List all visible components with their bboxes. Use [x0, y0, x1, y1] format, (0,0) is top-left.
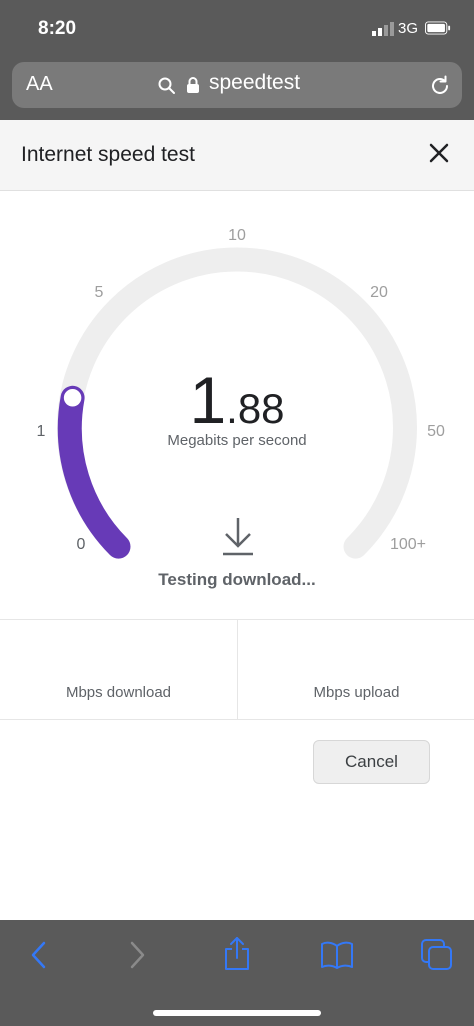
lock-icon [187, 77, 199, 93]
battery-icon [425, 21, 451, 35]
speed-gauge: 0 1 5 10 20 50 100+ 1.88 Megabits per se… [0, 190, 474, 620]
network-label: 3G [398, 20, 419, 37]
speed-value: 1.88 [0, 362, 474, 438]
text-size-button[interactable]: AA [26, 73, 53, 96]
home-indicator [153, 1010, 321, 1016]
search-icon [158, 77, 175, 94]
results-row: Mbps download Mbps upload [0, 619, 474, 720]
scale-label-5: 5 [95, 284, 104, 301]
download-arrow-icon [223, 518, 253, 556]
status-bar: 8:20 3G [0, 0, 474, 56]
scale-label-10: 10 [228, 227, 246, 244]
scale-label-20: 20 [370, 284, 388, 301]
cancel-button[interactable]: Cancel [313, 740, 430, 784]
dialog-header: Internet speed test [0, 120, 474, 191]
test-status: Testing download... [158, 570, 316, 589]
upload-result-label: Mbps upload [313, 684, 400, 701]
address-bar[interactable]: AA speedtest [12, 62, 462, 108]
forward-icon[interactable] [126, 938, 148, 972]
signal-icon [372, 22, 394, 36]
share-icon[interactable] [222, 936, 252, 972]
back-icon[interactable] [28, 938, 50, 972]
download-result-label: Mbps download [65, 684, 172, 701]
scale-label-0: 0 [77, 536, 86, 553]
browser-address-area: AA speedtest [0, 56, 474, 120]
speed-value-integer: 1 [189, 363, 227, 437]
scale-label-100: 100+ [390, 536, 426, 553]
download-result: Mbps download [0, 620, 237, 719]
status-time: 8:20 [38, 18, 77, 39]
reload-icon[interactable] [429, 75, 451, 97]
speed-value-decimal: .88 [226, 385, 285, 432]
close-icon[interactable] [428, 142, 450, 164]
upload-result: Mbps upload [237, 620, 474, 719]
browser-toolbar [0, 920, 474, 1026]
tabs-icon[interactable] [420, 938, 454, 972]
speed-unit: Megabits per second [167, 432, 307, 449]
dialog-title: Internet speed test [21, 143, 195, 166]
bookmarks-icon[interactable] [320, 940, 354, 970]
url-text: speedtest [209, 71, 301, 94]
